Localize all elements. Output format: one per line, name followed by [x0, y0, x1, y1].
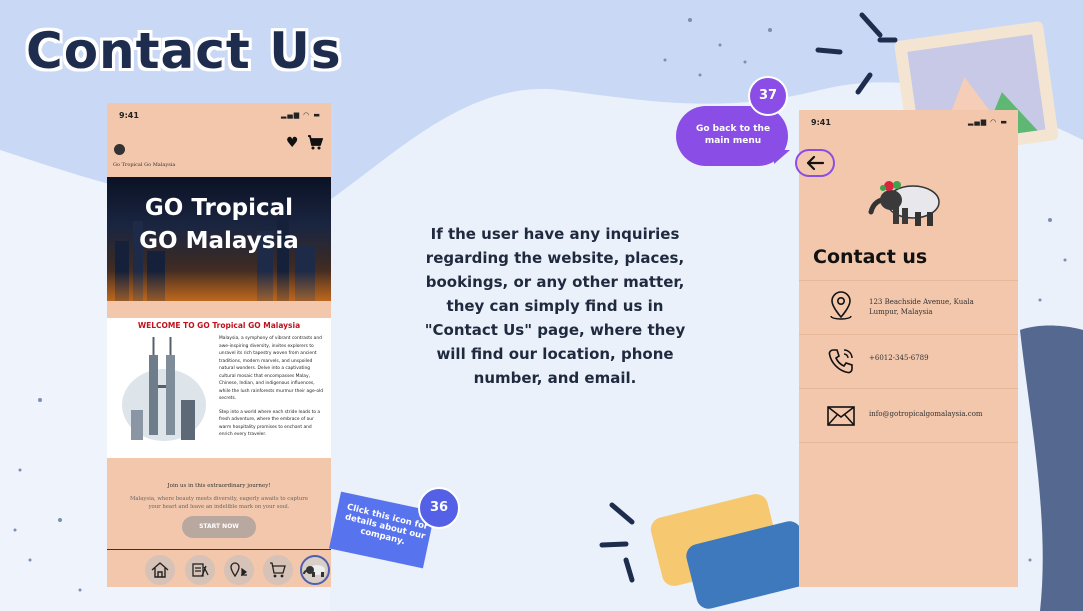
home-screen-mockup: 9:41 ▂▄▆ ◠ ▬ Go Tropical Go Malaysia ♥ G… — [107, 103, 331, 587]
nav-home-button[interactable] — [145, 555, 175, 585]
nav-places-button[interactable] — [224, 555, 254, 585]
nav-booking-button[interactable] — [185, 555, 215, 585]
welcome-title: WELCOME TO GO Tropical GO Malaysia — [137, 321, 301, 330]
join-title: Join us in this extraordinary journey! — [167, 483, 271, 489]
signal-wifi-battery-icon: ▂▄▆ ◠ ▬ — [280, 111, 321, 119]
booking-icon — [192, 563, 209, 577]
hero-title-line2: GO Malaysia — [139, 228, 299, 254]
contact-heading: Contact us — [813, 246, 928, 268]
welcome-paragraph-1: Malaysia, a symphony of vibrant contrast… — [219, 336, 324, 401]
callout-37-tail — [774, 150, 790, 164]
phone-row[interactable]: +6012-345-6789 — [799, 334, 1018, 388]
join-description: Malaysia, where beauty meets diversity, … — [130, 496, 308, 510]
status-bar: 9:41 ▂▄▆ ◠ ▬ — [107, 103, 331, 125]
cart-icon[interactable] — [307, 135, 324, 154]
phone-number: +6012-345-6789 — [869, 354, 929, 362]
email-row[interactable]: info@gotropicalgomalaysia.com — [799, 388, 1018, 442]
status-time: 9:41 — [119, 111, 139, 120]
callout-37-number: 37 — [748, 76, 788, 116]
mail-icon — [827, 406, 855, 426]
hero-banner: GO Tropical GO Malaysia — [107, 177, 331, 301]
location-pin-icon — [830, 291, 852, 320]
address-line-1: 123 Beachside Avenue, Kuala — [869, 298, 974, 306]
arrow-left-icon — [806, 155, 825, 171]
welcome-paragraph-2: Step into a world where each stride lead… — [219, 409, 321, 438]
address-row[interactable]: 123 Beachside Avenue, Kuala Lumpur, Mala… — [799, 280, 1018, 334]
phone-icon — [828, 349, 853, 374]
nav-about-button[interactable] — [300, 555, 330, 585]
start-now-button[interactable]: START NOW — [182, 516, 256, 538]
tapir-icon — [303, 565, 325, 577]
status-time: 9:41 — [811, 118, 831, 127]
slide-description: If the user have any inquiries regarding… — [424, 225, 686, 387]
status-bar: 9:41 ▂▄▆ ◠ ▬ — [799, 110, 1018, 132]
home-icon — [151, 562, 169, 578]
nav-cart-button[interactable] — [263, 555, 293, 585]
callout-36-number: 36 — [418, 487, 460, 529]
hero-title-line1: GO Tropical — [144, 195, 294, 221]
brand-name: Go Tropical Go Malaysia — [113, 162, 176, 168]
callout-37-text: Go back to the main menu — [695, 124, 771, 146]
places-icon — [230, 562, 247, 578]
nav-divider — [107, 549, 331, 550]
cart-icon — [270, 562, 286, 578]
row-divider — [799, 442, 1018, 443]
welcome-text: Malaysia, a symphony of vibrant contrast… — [219, 335, 325, 439]
user-icon[interactable] — [114, 144, 125, 155]
tapir-mascot-image — [868, 181, 940, 226]
signal-wifi-battery-icon: ▂▄▆ ◠ ▬ — [967, 118, 1008, 126]
email-address: info@gotropicalgomalaysia.com — [869, 410, 983, 418]
slide-title: Contact Us — [26, 22, 342, 80]
heart-icon[interactable]: ♥ — [286, 135, 299, 151]
petronas-towers-image — [122, 337, 206, 441]
address-line-2: Lumpur, Malaysia — [869, 308, 933, 316]
back-button[interactable] — [795, 149, 835, 177]
